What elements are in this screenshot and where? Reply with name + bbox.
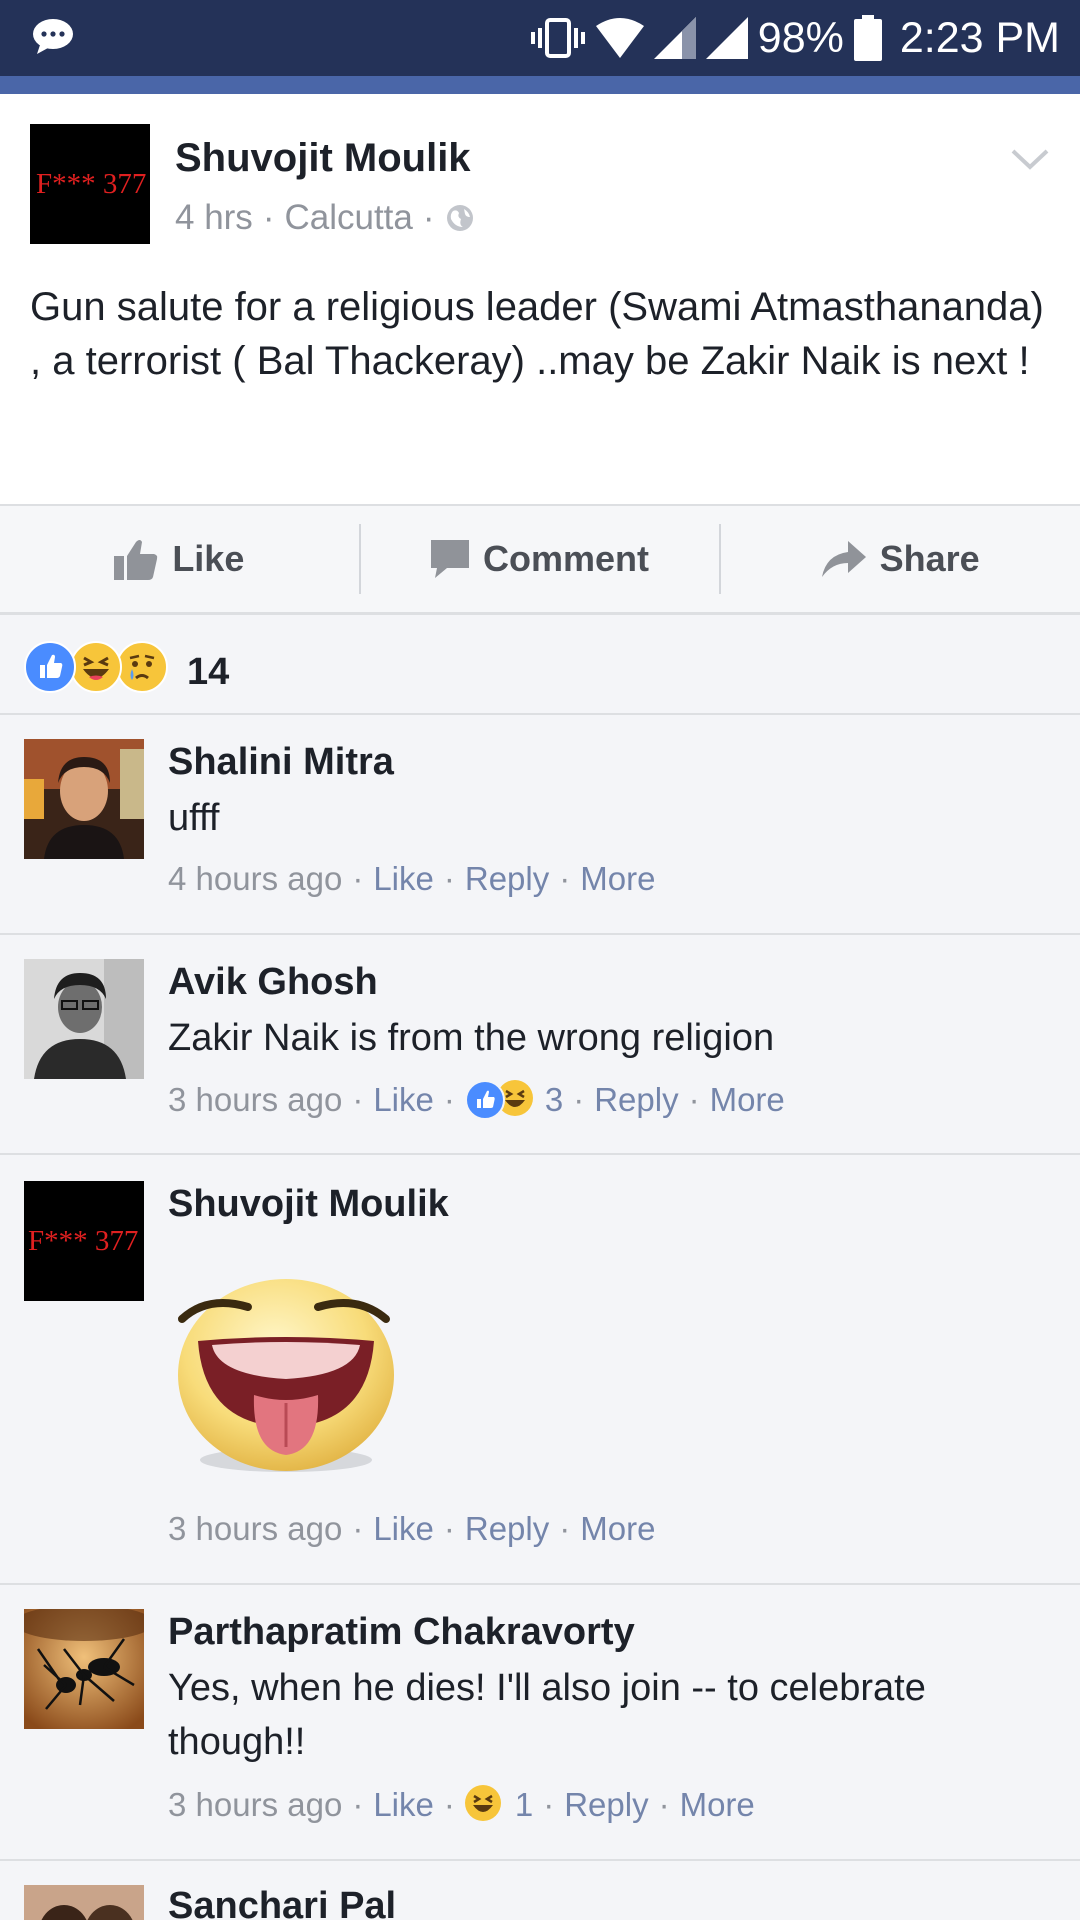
comment-meta: 3 hours ago · Like · 1 · Reply · More — [168, 1785, 755, 1825]
comment-label: Comment — [483, 538, 650, 579]
reaction-count: 14 — [187, 651, 230, 693]
comment-reaction-count[interactable]: 3 — [545, 1081, 563, 1119]
globe-icon — [446, 205, 473, 231]
vibrate-icon — [530, 18, 585, 58]
comment-item: Parthapratim Chakravorty Yes, when he di… — [0, 1585, 1080, 1861]
comment-like-link[interactable]: Like — [373, 1510, 434, 1548]
haha-reaction-icon — [70, 641, 122, 693]
post-time[interactable]: 4 hrs — [175, 198, 253, 238]
sad-reaction-icon — [116, 641, 168, 693]
reactions-summary[interactable]: 14 — [0, 613, 1080, 715]
comment-text: ufff — [168, 797, 220, 839]
post-card: F*** 377 Shuvojit Moulik 4 hrs · Calcutt… — [0, 94, 1080, 504]
commenter-avatar[interactable] — [24, 1885, 144, 1920]
comment-text: Zakir Naik is from the wrong religion — [168, 1017, 775, 1059]
comment-more-link[interactable]: More — [580, 1510, 655, 1548]
like-reaction-icon — [464, 1080, 505, 1120]
commenter-name[interactable]: Sanchari Pal — [168, 1885, 396, 1920]
post-author-name[interactable]: Shuvojit Moulik — [175, 136, 471, 181]
commenter-avatar[interactable] — [24, 739, 144, 859]
cellular-signal-2-icon — [705, 17, 748, 59]
commenter-name[interactable]: Shalini Mitra — [168, 741, 394, 784]
avatar-text: F*** 377 — [28, 1224, 139, 1257]
comment-more-link[interactable]: More — [710, 1081, 785, 1119]
like-label: Like — [172, 538, 245, 579]
chevron-down-icon[interactable] — [1010, 146, 1050, 174]
haha-reaction-icon — [464, 1785, 501, 1821]
comment-text: Yes, when he dies! I'll also join -- to … — [168, 1667, 926, 1763]
post-action-bar: Like Comment Share — [0, 504, 1080, 615]
share-arrow-icon — [821, 541, 866, 577]
comment-more-link[interactable]: More — [580, 860, 655, 898]
tongue-out-emoji-sticker — [178, 1279, 394, 1472]
comment-reaction-icons[interactable] — [464, 1785, 505, 1825]
post-meta: 4 hrs · Calcutta · — [175, 198, 475, 238]
battery-percent: 98% — [757, 13, 844, 62]
comment-like-link[interactable]: Like — [373, 1081, 434, 1119]
cellular-signal-icon — [653, 17, 696, 59]
comment-reply-link[interactable]: Reply — [465, 1510, 549, 1548]
comment-item: Shalini Mitra ufff 4 hours ago · Like · … — [0, 715, 1080, 935]
share-button[interactable]: Share — [721, 506, 1080, 612]
comment-like-link[interactable]: Like — [373, 860, 434, 898]
comment-reply-link[interactable]: Reply — [564, 1786, 648, 1824]
comment-time[interactable]: 4 hours ago — [168, 860, 342, 898]
like-reaction-icon — [24, 641, 76, 693]
commenter-name[interactable]: Avik Ghosh — [168, 961, 378, 1004]
comment-reply-link[interactable]: Reply — [594, 1081, 678, 1119]
comment-meta: 3 hours ago · Like · Reply · More — [168, 1510, 656, 1548]
commenter-name[interactable]: Parthapratim Chakravorty — [168, 1611, 635, 1654]
header-strip — [0, 76, 1080, 94]
clock: 2:23 PM — [899, 13, 1060, 62]
comment-reaction-icons[interactable] — [464, 1080, 535, 1120]
commenter-avatar[interactable]: F*** 377 — [24, 1181, 144, 1301]
commenter-avatar[interactable] — [24, 1609, 144, 1729]
comment-more-link[interactable]: More — [680, 1786, 755, 1824]
comment-time[interactable]: 3 hours ago — [168, 1081, 342, 1119]
author-avatar[interactable]: F*** 377 — [30, 124, 150, 244]
avatar-text: F*** 377 — [36, 167, 147, 200]
comment-item: Sanchari Pal — [0, 1861, 1080, 1920]
comment-item: F*** 377 Shuvojit Moulik 3 hours ago · L… — [0, 1155, 1080, 1585]
status-bar: 98% 2:23 PM — [0, 0, 1080, 76]
comment-meta: 3 hours ago · Like · 3 · Reply · More — [168, 1080, 785, 1120]
commenter-avatar[interactable] — [24, 959, 144, 1079]
comment-item: Avik Ghosh Zakir Naik is from the wrong … — [0, 935, 1080, 1155]
comment-button[interactable]: Comment — [361, 506, 720, 612]
post-body: Gun salute for a religious leader (Swami… — [30, 285, 1044, 383]
comment-reaction-count[interactable]: 1 — [515, 1786, 533, 1824]
comment-time[interactable]: 3 hours ago — [168, 1786, 342, 1824]
comment-icon — [431, 540, 469, 578]
thumbs-up-icon — [114, 540, 158, 580]
comment-reply-link[interactable]: Reply — [465, 860, 549, 898]
share-label: Share — [879, 538, 980, 579]
reaction-icons — [24, 641, 174, 693]
battery-icon — [853, 15, 882, 61]
wifi-icon — [595, 18, 644, 58]
like-button[interactable]: Like — [0, 506, 359, 612]
messenger-notification-icon[interactable] — [30, 17, 76, 55]
comment-time[interactable]: 3 hours ago — [168, 1510, 342, 1548]
post-location[interactable]: Calcutta — [284, 198, 412, 238]
comment-like-link[interactable]: Like — [373, 1786, 434, 1824]
comment-meta: 4 hours ago · Like · Reply · More — [168, 860, 656, 898]
commenter-name[interactable]: Shuvojit Moulik — [168, 1183, 449, 1226]
